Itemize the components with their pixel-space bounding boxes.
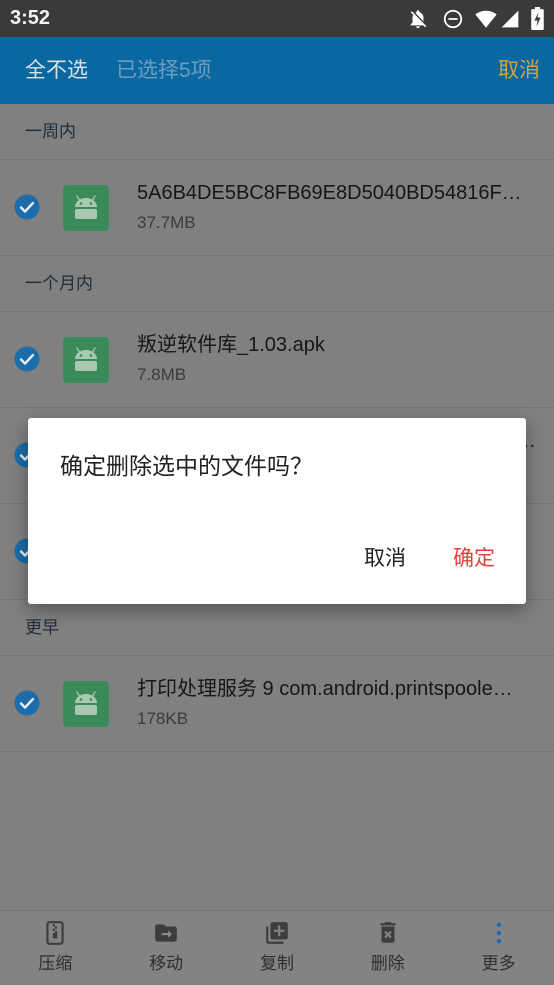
android-apk-icon: [63, 185, 109, 231]
delete-button[interactable]: 删除: [332, 911, 443, 985]
file-size: 7.8MB: [137, 365, 187, 384]
bottom-action-bar: 压缩 移动 复制 删除 更多: [0, 910, 554, 985]
copy-label: 复制: [259, 954, 294, 973]
section-header: 一个月内: [0, 256, 554, 312]
notifications-off-icon: [410, 10, 427, 29]
android-apk-icon: [63, 337, 109, 383]
status-time: 3:52: [10, 7, 51, 29]
move-label: 移动: [149, 954, 184, 973]
list-item[interactable]: 5A6B4DE5BC8FB69E8D5040BD54816F… 37.7MB: [0, 160, 554, 256]
file-size: 178KB: [137, 709, 189, 728]
delete-icon: [380, 922, 396, 943]
compress-button[interactable]: 压缩: [0, 911, 111, 985]
copy-add-icon: [266, 922, 288, 944]
checked-checkbox-icon[interactable]: [14, 346, 40, 372]
select-none-button[interactable]: 全不选: [25, 37, 88, 104]
list-item[interactable]: 打印处理服务 9 com.android.printspoole… 178KB: [0, 656, 554, 752]
section-header: 一周内: [0, 104, 554, 160]
copy-button[interactable]: 复制: [222, 911, 333, 985]
dialog-confirm-button[interactable]: 确定: [442, 537, 506, 581]
more-button[interactable]: 更多: [443, 911, 554, 985]
delete-label: 删除: [370, 954, 405, 973]
battery-icon: [531, 7, 544, 30]
file-size: 37.7MB: [137, 213, 196, 232]
checked-checkbox-icon[interactable]: [14, 690, 40, 716]
checked-checkbox-icon[interactable]: [14, 194, 40, 220]
compress-label: 压缩: [38, 954, 73, 973]
more-vertical-icon: [496, 922, 501, 944]
selection-toolbar: 全不选 已选择5项 取消: [0, 37, 554, 104]
section-header: 更早: [0, 600, 554, 656]
file-name: 5A6B4DE5BC8FB69E8D5040BD54816F…: [137, 182, 522, 204]
dialog-cancel-button[interactable]: 取消: [353, 537, 417, 581]
wifi-icon: [475, 10, 497, 28]
file-name: 打印处理服务 9 com.android.printspoole…: [137, 678, 513, 700]
move-folder-icon: [155, 924, 178, 942]
compress-icon: [46, 921, 65, 945]
do-not-disturb-icon: [443, 9, 463, 29]
cancel-selection-button[interactable]: 取消: [498, 37, 540, 104]
status-bar: 3:52: [0, 0, 554, 37]
move-button[interactable]: 移动: [111, 911, 222, 985]
android-apk-icon: [63, 681, 109, 727]
cellular-signal-icon: [501, 10, 519, 28]
dialog-message: 确定删除选中的文件吗？: [60, 453, 313, 479]
list-item[interactable]: 叛逆软件库_1.03.apk 7.8MB: [0, 312, 554, 408]
delete-confirm-dialog: 确定删除选中的文件吗？ 取消 确定: [28, 418, 526, 604]
more-label: 更多: [481, 954, 516, 973]
selection-count: 已选择5项: [116, 59, 212, 82]
file-name: 叛逆软件库_1.03.apk: [137, 334, 325, 356]
